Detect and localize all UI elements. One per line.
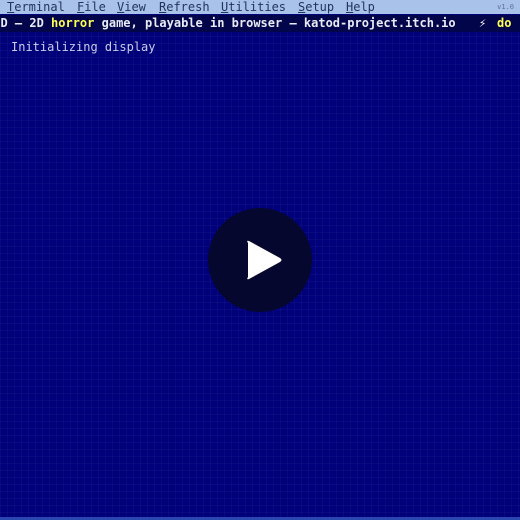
banner-part-1: TOD — 2D xyxy=(0,16,44,30)
terminal-screen: Terminal File View Refresh Utilities Set… xyxy=(0,0,520,520)
menu-bar: Terminal File View Refresh Utilities Set… xyxy=(0,0,520,14)
banner-highlight-end: do r xyxy=(497,16,520,30)
menu-utilities[interactable]: Utilities xyxy=(221,0,286,14)
menu-refresh[interactable]: Refresh xyxy=(159,0,210,14)
marquee-banner: TOD — 2D horror game, playable in browse… xyxy=(0,15,520,32)
banner-part-2: game, playable in browser — katod-projec… xyxy=(94,16,456,30)
menu-refresh-label: efresh xyxy=(166,0,210,14)
lightning-bolt-icon: ⚡ xyxy=(479,16,487,30)
version-label: v1.0 xyxy=(497,3,514,11)
menu-setup[interactable]: Setup xyxy=(298,0,334,14)
menu-help-label: elp xyxy=(353,0,375,14)
play-button[interactable] xyxy=(208,208,312,312)
menu-setup-label: etup xyxy=(305,0,335,14)
play-icon xyxy=(247,240,282,280)
console-status-line: Initializing display xyxy=(11,40,156,54)
menu-view-label: iew xyxy=(124,0,146,14)
banner-highlight-horror: horror xyxy=(51,16,95,30)
menu-view[interactable]: View xyxy=(117,0,146,14)
menu-utilities-label: tilities xyxy=(228,0,287,14)
banner-text: TOD — 2D horror game, playable in browse… xyxy=(0,15,494,32)
menu-terminal[interactable]: Terminal xyxy=(7,0,65,14)
menu-terminal-label: erminal xyxy=(14,0,65,14)
menu-file-label: ile xyxy=(84,0,106,14)
menu-file[interactable]: File xyxy=(77,0,106,14)
menu-help[interactable]: Help xyxy=(346,0,375,14)
